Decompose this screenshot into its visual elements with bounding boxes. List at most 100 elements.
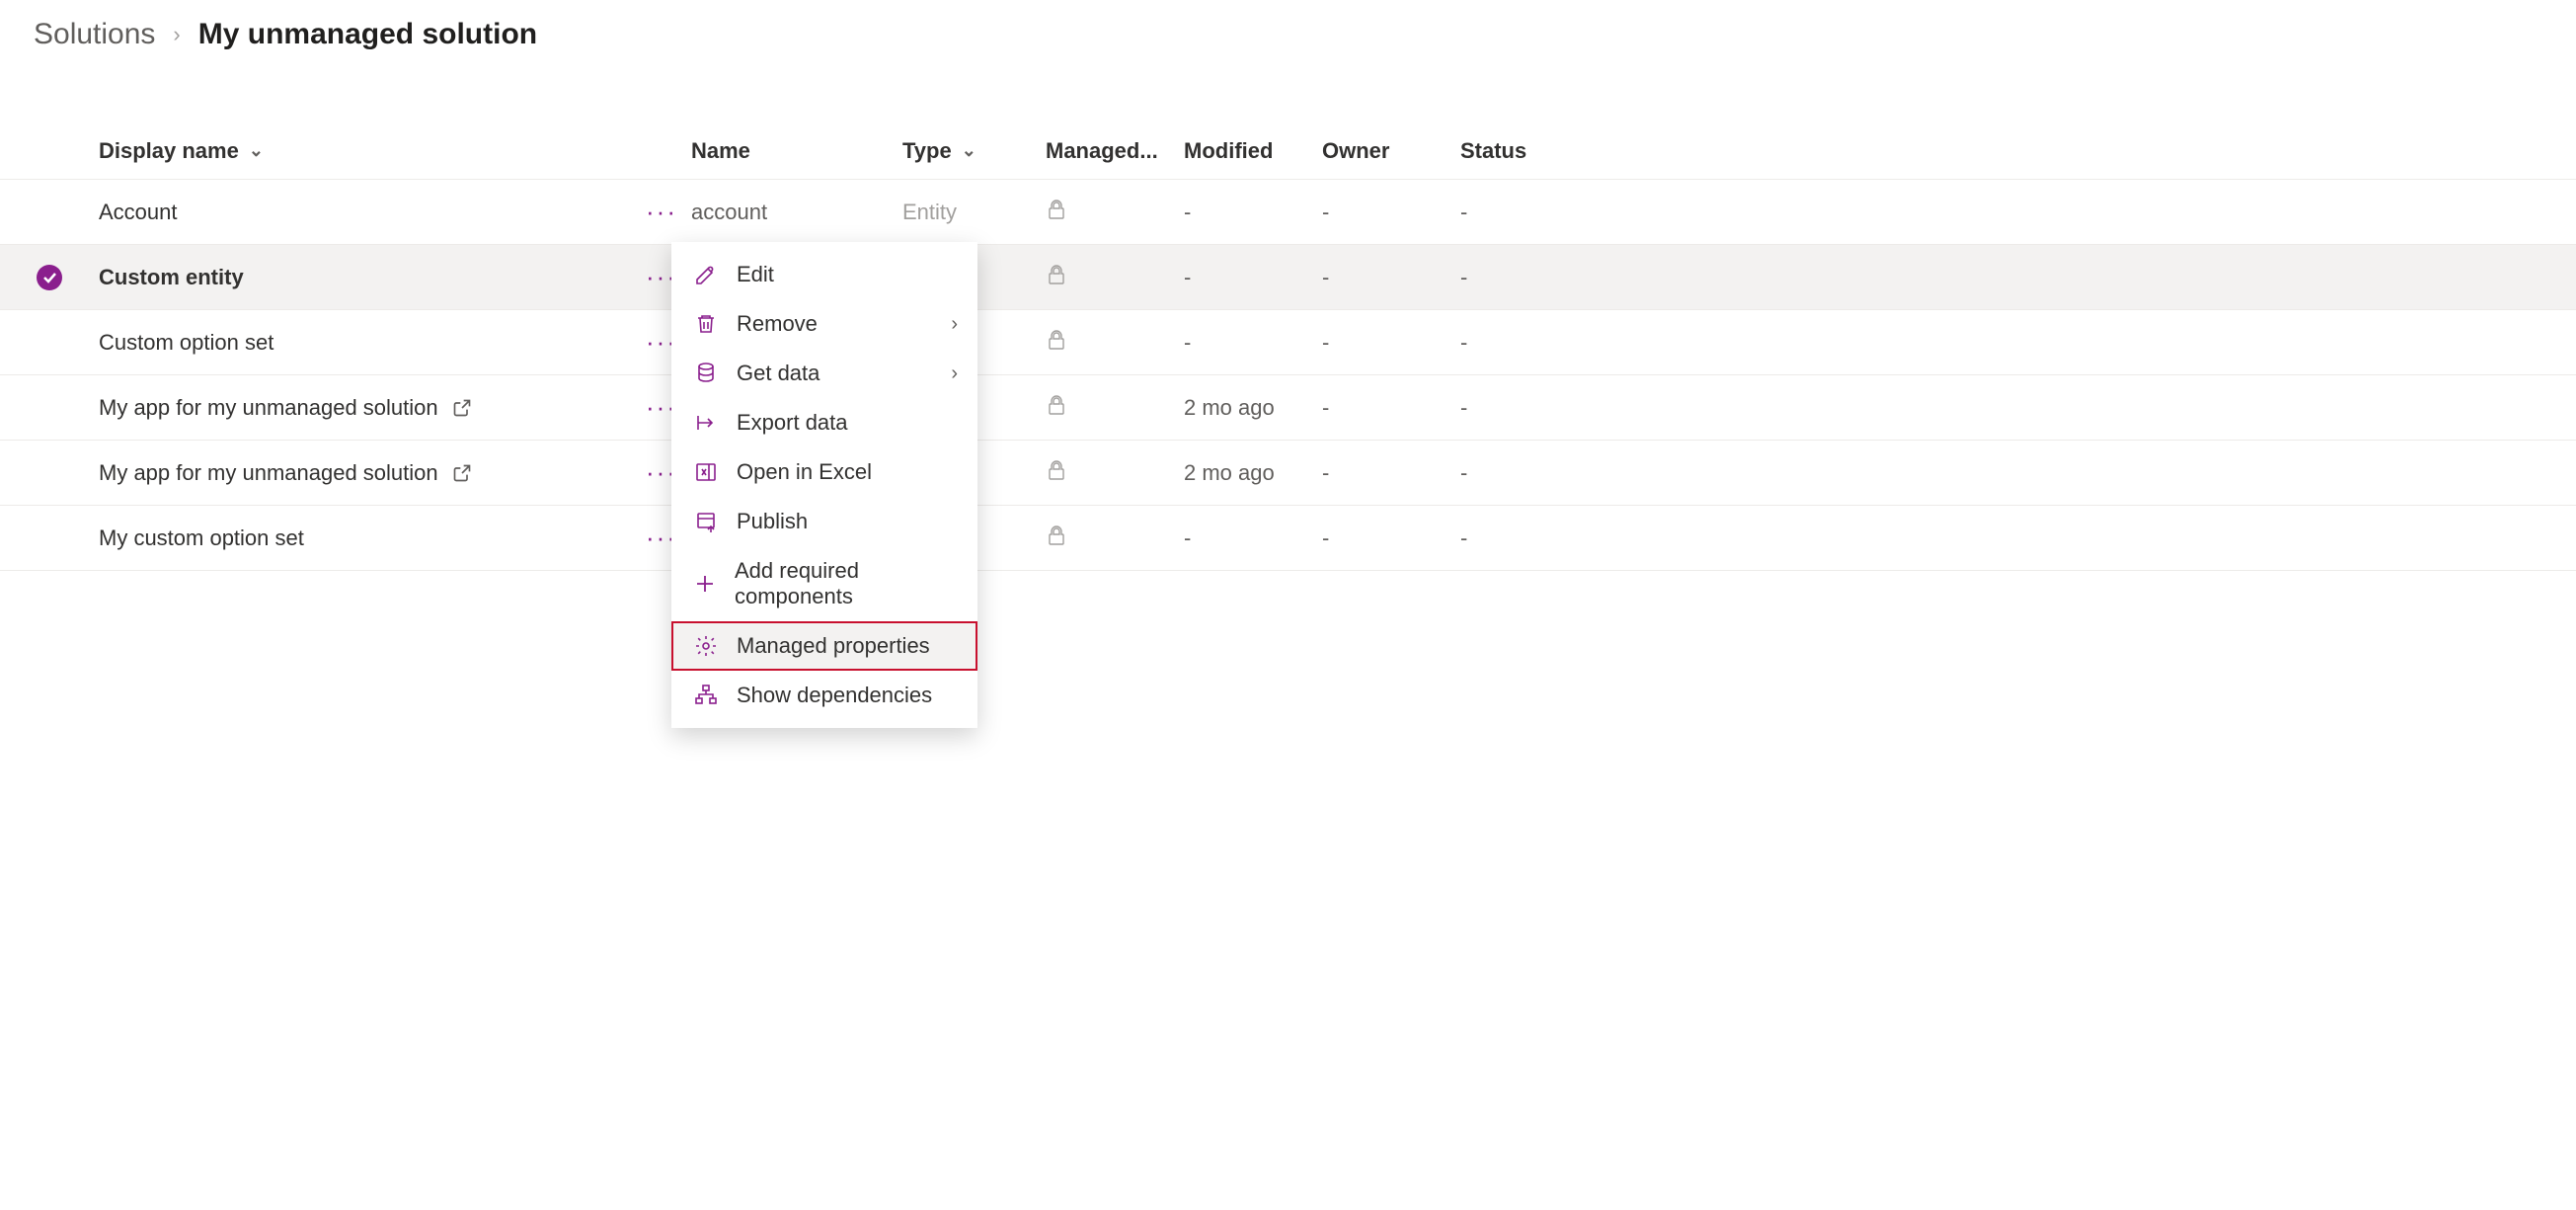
lock-icon xyxy=(1046,329,1067,351)
external-link-icon xyxy=(452,463,472,483)
column-status[interactable]: Status xyxy=(1460,138,1559,164)
modified-cell: - xyxy=(1184,525,1322,551)
menu-item-label: Open in Excel xyxy=(737,459,872,485)
menu-item-label: Export data xyxy=(737,410,848,436)
table-row[interactable]: My app for my unmanaged solution···iven … xyxy=(0,375,2576,441)
trash-icon xyxy=(693,311,719,337)
display-name-cell[interactable]: Account xyxy=(99,200,632,225)
table-row[interactable]: My custom option set···et--- xyxy=(0,506,2576,571)
display-name-text: Custom option set xyxy=(99,330,273,356)
table-row[interactable]: My app for my unmanaged solution···ensio… xyxy=(0,441,2576,506)
column-label: Status xyxy=(1460,138,1526,164)
display-name-text: My app for my unmanaged solution xyxy=(99,460,438,486)
table-row[interactable]: Custom entity···--- xyxy=(0,245,2576,310)
lock-icon xyxy=(1046,524,1067,546)
pencil-icon xyxy=(693,262,719,287)
column-name[interactable]: Name xyxy=(691,138,902,164)
table-row[interactable]: Custom option set···et--- xyxy=(0,310,2576,375)
status-cell: - xyxy=(1460,330,1559,356)
display-name-text: My app for my unmanaged solution xyxy=(99,395,438,421)
column-managed[interactable]: Managed... xyxy=(1046,138,1184,164)
owner-cell: - xyxy=(1322,525,1460,551)
row-more-actions[interactable]: ··· xyxy=(632,197,691,227)
modified-cell: 2 mo ago xyxy=(1184,395,1322,421)
menu-item-label: Show dependencies xyxy=(737,683,932,708)
menu-item-managed-properties[interactable]: Managed properties xyxy=(671,621,977,671)
plus-icon xyxy=(693,571,717,597)
column-owner[interactable]: Owner xyxy=(1322,138,1460,164)
owner-cell: - xyxy=(1322,265,1460,290)
menu-item-show-dependencies[interactable]: Show dependencies xyxy=(671,671,977,720)
table-row[interactable]: Account···accountEntity--- xyxy=(0,180,2576,245)
managed-cell xyxy=(1046,329,1184,357)
export-icon xyxy=(693,410,719,436)
owner-cell: - xyxy=(1322,200,1460,225)
chevron-down-icon: ⌄ xyxy=(249,140,264,161)
lock-icon xyxy=(1046,199,1067,220)
owner-cell: - xyxy=(1322,460,1460,486)
chevron-down-icon: ⌄ xyxy=(962,140,976,161)
name-cell: account xyxy=(691,200,902,225)
menu-item-label: Managed properties xyxy=(737,633,930,659)
display-name-cell[interactable]: Custom option set xyxy=(99,330,632,356)
display-name-text: Custom entity xyxy=(99,265,244,290)
menu-item-get-data[interactable]: Get data › xyxy=(671,349,977,398)
status-cell: - xyxy=(1460,460,1559,486)
table-header: Display name ⌄ Name Type ⌄ Managed... Mo… xyxy=(0,122,2576,180)
status-cell: - xyxy=(1460,395,1559,421)
menu-item-edit[interactable]: Edit xyxy=(671,250,977,299)
menu-item-label: Get data xyxy=(737,361,820,386)
menu-item-export-data[interactable]: Export data xyxy=(671,398,977,447)
managed-cell xyxy=(1046,394,1184,422)
menu-item-add-required-components[interactable]: Add required components xyxy=(671,546,977,621)
managed-cell xyxy=(1046,524,1184,552)
excel-icon xyxy=(693,459,719,485)
gear-icon xyxy=(693,633,719,659)
external-link-icon xyxy=(452,398,472,418)
chevron-right-icon: › xyxy=(173,22,180,47)
display-name-cell[interactable]: My app for my unmanaged solution xyxy=(99,460,632,486)
menu-item-publish[interactable]: Publish xyxy=(671,497,977,546)
managed-cell xyxy=(1046,264,1184,291)
menu-item-label: Publish xyxy=(737,509,808,534)
context-menu: Edit Remove › Get data › Export data Open in E… xyxy=(671,242,977,728)
solution-components-table: Display name ⌄ Name Type ⌄ Managed... Mo… xyxy=(0,122,2576,571)
column-modified[interactable]: Modified xyxy=(1184,138,1322,164)
modified-cell: - xyxy=(1184,265,1322,290)
display-name-cell[interactable]: My custom option set xyxy=(99,525,632,551)
lock-icon xyxy=(1046,264,1067,285)
type-cell: Entity xyxy=(902,200,1046,225)
menu-item-remove[interactable]: Remove › xyxy=(671,299,977,349)
owner-cell: - xyxy=(1322,395,1460,421)
modified-cell: - xyxy=(1184,330,1322,356)
display-name-text: Account xyxy=(99,200,178,225)
menu-item-open-in-excel[interactable]: Open in Excel xyxy=(671,447,977,497)
display-name-cell[interactable]: Custom entity xyxy=(99,265,632,290)
display-name-text: My custom option set xyxy=(99,525,304,551)
display-name-cell[interactable]: My app for my unmanaged solution xyxy=(99,395,632,421)
managed-cell xyxy=(1046,459,1184,487)
managed-cell xyxy=(1046,199,1184,226)
modified-cell: - xyxy=(1184,200,1322,225)
hierarchy-icon xyxy=(693,683,719,708)
chevron-right-icon: › xyxy=(951,363,958,385)
menu-item-label: Add required components xyxy=(735,558,956,609)
column-label: Owner xyxy=(1322,138,1389,164)
publish-icon xyxy=(693,509,719,534)
status-cell: - xyxy=(1460,200,1559,225)
column-label: Managed... xyxy=(1046,138,1158,164)
lock-icon xyxy=(1046,394,1067,416)
selected-check-icon xyxy=(37,265,62,290)
column-label: Type xyxy=(902,138,952,164)
lock-icon xyxy=(1046,459,1067,481)
chevron-right-icon: › xyxy=(951,313,958,336)
menu-item-label: Remove xyxy=(737,311,818,337)
column-label: Modified xyxy=(1184,138,1273,164)
modified-cell: 2 mo ago xyxy=(1184,460,1322,486)
owner-cell: - xyxy=(1322,330,1460,356)
status-cell: - xyxy=(1460,265,1559,290)
column-type[interactable]: Type ⌄ xyxy=(902,138,1046,164)
column-label: Display name xyxy=(99,138,239,164)
breadcrumb-parent[interactable]: Solutions xyxy=(34,18,155,51)
column-display-name[interactable]: Display name ⌄ xyxy=(99,138,632,164)
